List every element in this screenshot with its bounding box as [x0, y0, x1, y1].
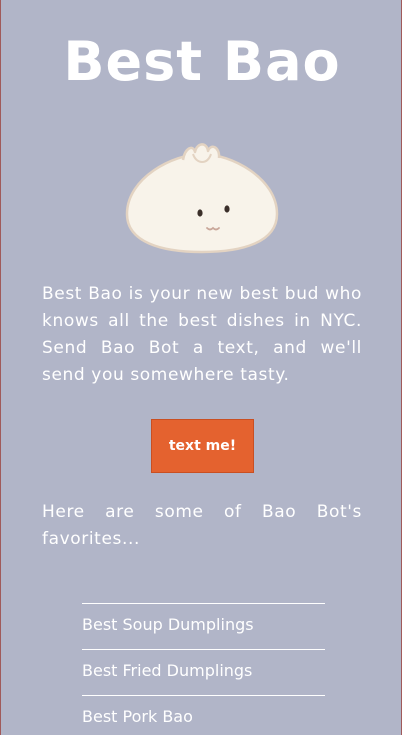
page-title: Best Bao [63, 30, 341, 93]
intro-text: Best Bao is your new best bud who knows … [42, 284, 362, 385]
favorites-list: Best Soup Dumplings Best Fried Dumplings… [82, 603, 325, 735]
page: Best Bao Best Bao is your new best bud w… [0, 0, 402, 735]
favorite-item-pork-bao[interactable]: Best Pork Bao [82, 695, 325, 735]
bao-mascot [123, 138, 281, 256]
bao-left-eye [197, 209, 203, 217]
bao-right-eye [224, 205, 230, 213]
text-me-button[interactable]: text me! [151, 419, 254, 473]
favorite-item-soup-dumplings[interactable]: Best Soup Dumplings [82, 603, 325, 649]
bao-bun-icon [125, 143, 279, 254]
favorite-item-fried-dumplings[interactable]: Best Fried Dumplings [82, 649, 325, 695]
favorites-intro-text: Here are some of Bao Bot's favorites... [42, 502, 362, 549]
